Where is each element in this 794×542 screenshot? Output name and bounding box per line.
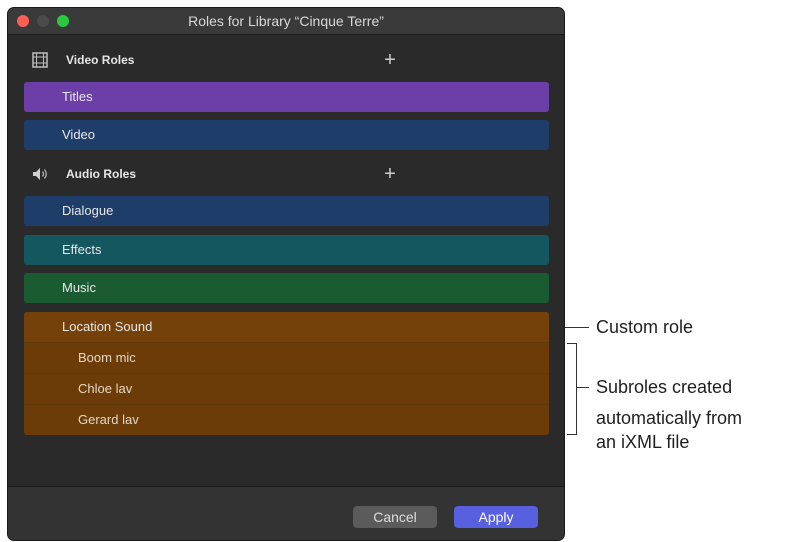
subroles-bracket-vertical (576, 343, 577, 435)
subrole-label: Gerard lav (78, 412, 139, 427)
role-video[interactable]: Video (24, 120, 549, 150)
role-dialogue[interactable]: Dialogue (24, 196, 549, 226)
apply-button[interactable]: Apply (454, 506, 538, 528)
subrole-chloe-lav[interactable]: Chloe lav (24, 373, 549, 404)
role-effects[interactable]: Effects (24, 235, 549, 265)
video-roles-label: Video Roles (66, 53, 135, 67)
footer-bar: Cancel Apply (8, 486, 564, 540)
audio-roles-label: Audio Roles (66, 167, 137, 181)
subrole-gerard-lav[interactable]: Gerard lav (24, 404, 549, 435)
role-location-sound[interactable]: Location Sound (24, 312, 549, 342)
title-bar: Roles for Library “Cinque Terre” (8, 8, 564, 35)
role-label: Effects (62, 242, 102, 257)
audio-roles-header: Audio Roles + (8, 159, 564, 189)
video-roles-header: Video Roles + (8, 45, 564, 75)
roles-window: Roles for Library “Cinque Terre” Video R… (8, 8, 564, 540)
callout-subroles-line2: automatically from (596, 408, 743, 428)
callout-subroles-line1: Subroles created (596, 377, 733, 397)
custom-role-leader-line (565, 327, 589, 328)
subroles-bracket-bottom (567, 434, 577, 435)
film-icon (32, 52, 48, 68)
role-music[interactable]: Music (24, 273, 549, 303)
add-video-role-button[interactable]: + (380, 45, 400, 75)
callout-subroles-line3: an iXML file (596, 432, 690, 452)
role-label: Location Sound (62, 319, 153, 334)
add-audio-role-button[interactable]: + (380, 159, 400, 189)
subrole-label: Boom mic (78, 350, 136, 365)
role-titles[interactable]: Titles (24, 82, 549, 112)
role-label: Music (62, 280, 96, 295)
speaker-icon (33, 168, 47, 180)
role-label: Dialogue (62, 203, 114, 218)
cancel-button[interactable]: Cancel (353, 506, 437, 528)
subroles-leader-line (577, 387, 589, 388)
subrole-boom-mic[interactable]: Boom mic (24, 342, 549, 373)
window-title: Roles for Library “Cinque Terre” (188, 13, 384, 29)
role-label: Titles (62, 89, 93, 104)
role-label: Video (62, 127, 96, 142)
subrole-label: Chloe lav (78, 381, 133, 396)
callout-custom-role: Custom role (596, 317, 694, 337)
